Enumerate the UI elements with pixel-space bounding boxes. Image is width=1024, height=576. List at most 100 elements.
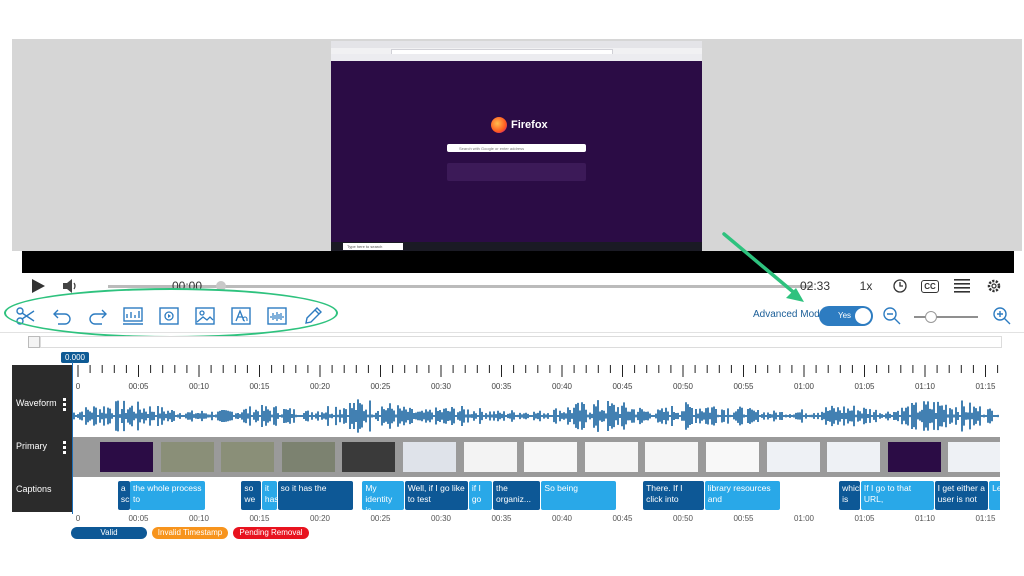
caption-segment[interactable]: so it has the [277,481,353,510]
caption-segment[interactable]: I get either a user is not [934,481,989,510]
ruler-tick-label: 00:25 [370,382,391,391]
primary-thumbnail [645,442,699,472]
captions-button[interactable]: CC [920,273,940,299]
waveform-graphic [72,399,999,433]
waveform-label: Waveform [16,398,57,408]
bottom-tick-label: 00:45 [612,514,633,523]
bottom-tick-label: 01:00 [793,514,815,523]
playhead-time: 0.000 [61,352,89,363]
caption-segment[interactable]: the whole process to [130,481,206,510]
waveform-track-header: Waveform [12,365,72,437]
caption-segment[interactable]: it has [261,481,277,510]
primary-thumbnail [827,442,881,472]
volume-icon [63,279,76,293]
caption-segment[interactable]: which is [839,481,860,510]
video-letterbox [22,251,1014,273]
captions-track[interactable]: a screthe whole process to so weit hasso … [72,480,1000,512]
waveform-menu-icon[interactable] [63,398,66,413]
playhead-line[interactable] [72,362,73,514]
caption-segment[interactable]: so we [241,481,261,510]
bottom-tick-label: 00:30 [430,514,452,523]
firefox-logo-icon [491,117,507,133]
ruler-tick-label: 00:50 [673,382,694,391]
primary-thumbnail [584,442,638,472]
taskbar-search: Type here to search [343,243,403,250]
caption-segment[interactable]: a scre [117,481,130,510]
seek-bar[interactable] [108,281,813,291]
video-frame[interactable]: Firefox Search with Google or enter addr… [331,41,702,251]
waveform-path [72,399,999,433]
ruler-tick-label: 00:45 [612,382,633,391]
ruler-tick-label: 00:35 [491,382,512,391]
zoom-slider-track[interactable] [914,316,978,318]
bottom-tick-label: 00:25 [370,514,391,523]
ruler-tick-label: 00:20 [310,382,331,391]
toggle-label: Yes [838,311,852,320]
primary-track[interactable] [72,437,1000,477]
chapters-button[interactable] [952,273,972,299]
legend-valid: Valid [71,527,147,539]
timeline-scrollbar[interactable] [40,336,1002,348]
caption-segment[interactable]: Let me anoth [989,481,1000,510]
ruler-tick-label: 01:05 [854,382,875,391]
bottom-tick-label: 00:10 [188,514,210,523]
advanced-mode-toggle[interactable]: Yes [819,306,873,326]
time-ruler[interactable]: 0 00:05 00:10 00:15 00:20 00:25 00:30 00:35 00:4… [72,365,1000,395]
caption-segment[interactable]: the organiz... [493,481,541,510]
ruler-tick-label: 01:15 [975,382,996,391]
firefox-search-box: Search with Google or enter address [447,144,586,152]
green-arrow-annotation [722,232,804,302]
primary-menu-icon[interactable] [63,441,66,456]
bottom-tick-label: 01:15 [975,514,996,523]
bottom-tick-label: 01:05 [854,514,875,523]
bottom-tick-label: 00:55 [733,514,754,523]
primary-thumbnail [887,442,941,472]
caption-segment[interactable]: If I go to that URL, [860,481,934,510]
browser-bookmarks [331,54,702,61]
caption-segment[interactable]: So being [541,481,617,510]
bottom-tick-label: 00:15 [249,514,270,523]
primary-label: Primary [16,441,47,451]
firefox-search-placeholder: Search with Google or enter address [459,146,525,151]
primary-thumbnail [948,442,1000,472]
play-icon [32,279,45,293]
ruler-tick-label: 00:05 [128,382,149,391]
bottom-tick-label: 0 [75,514,81,523]
taskbar-search-text: Type here to search [347,244,383,249]
bottom-tick-label: 00:20 [309,514,331,523]
timeline-scroll-toggle[interactable] [28,336,40,348]
caption-segment[interactable]: if I go [468,481,493,510]
legend-pending-removal: Pending Removal [233,527,309,539]
list-icon [954,279,970,293]
legend-invalid-timestamp: Invalid Timestamp [152,527,228,539]
history-icon [893,279,907,293]
ruler-tick-label: 01:10 [915,382,936,391]
windows-taskbar: Type here to search [331,242,702,251]
zoom-in-button[interactable] [990,304,1014,328]
bottom-tick-labels: 0 00:05 00:10 00:15 00:20 00:25 00:30 00:35 00:4… [72,514,1000,526]
caption-segment[interactable]: My identity is [362,481,404,510]
speed-button[interactable]: 1x [856,273,876,299]
ruler-ticks: 0 00:05 00:10 00:15 00:20 00:25 00:30 00:35 00:4… [76,365,999,391]
toggle-knob [855,308,871,324]
play-button[interactable] [28,273,48,299]
primary-thumbnail [463,442,517,472]
zoom-out-button[interactable] [880,304,904,328]
primary-thumbnail [221,442,275,472]
bottom-tick-label: 00:50 [672,514,694,523]
waveform-track[interactable] [72,395,1000,437]
firefox-brand: Firefox [511,119,548,131]
firefox-info-card [447,163,586,181]
advanced-mode-label: Advanced Mode [753,309,826,320]
zoom-slider-handle[interactable] [925,311,937,323]
caption-segment[interactable]: library resources and [704,481,780,510]
settings-button[interactable] [984,273,1004,299]
browser-tabs [331,41,702,48]
zoom-in-icon [993,307,1011,325]
primary-thumbnail [160,442,214,472]
primary-thumbnail [342,442,396,472]
ruler-tick-label: 00:40 [552,382,573,391]
history-button[interactable] [890,273,910,299]
caption-segment[interactable]: Well, if I go like to test [404,481,468,510]
caption-segment[interactable]: There. If I click into [643,481,704,510]
